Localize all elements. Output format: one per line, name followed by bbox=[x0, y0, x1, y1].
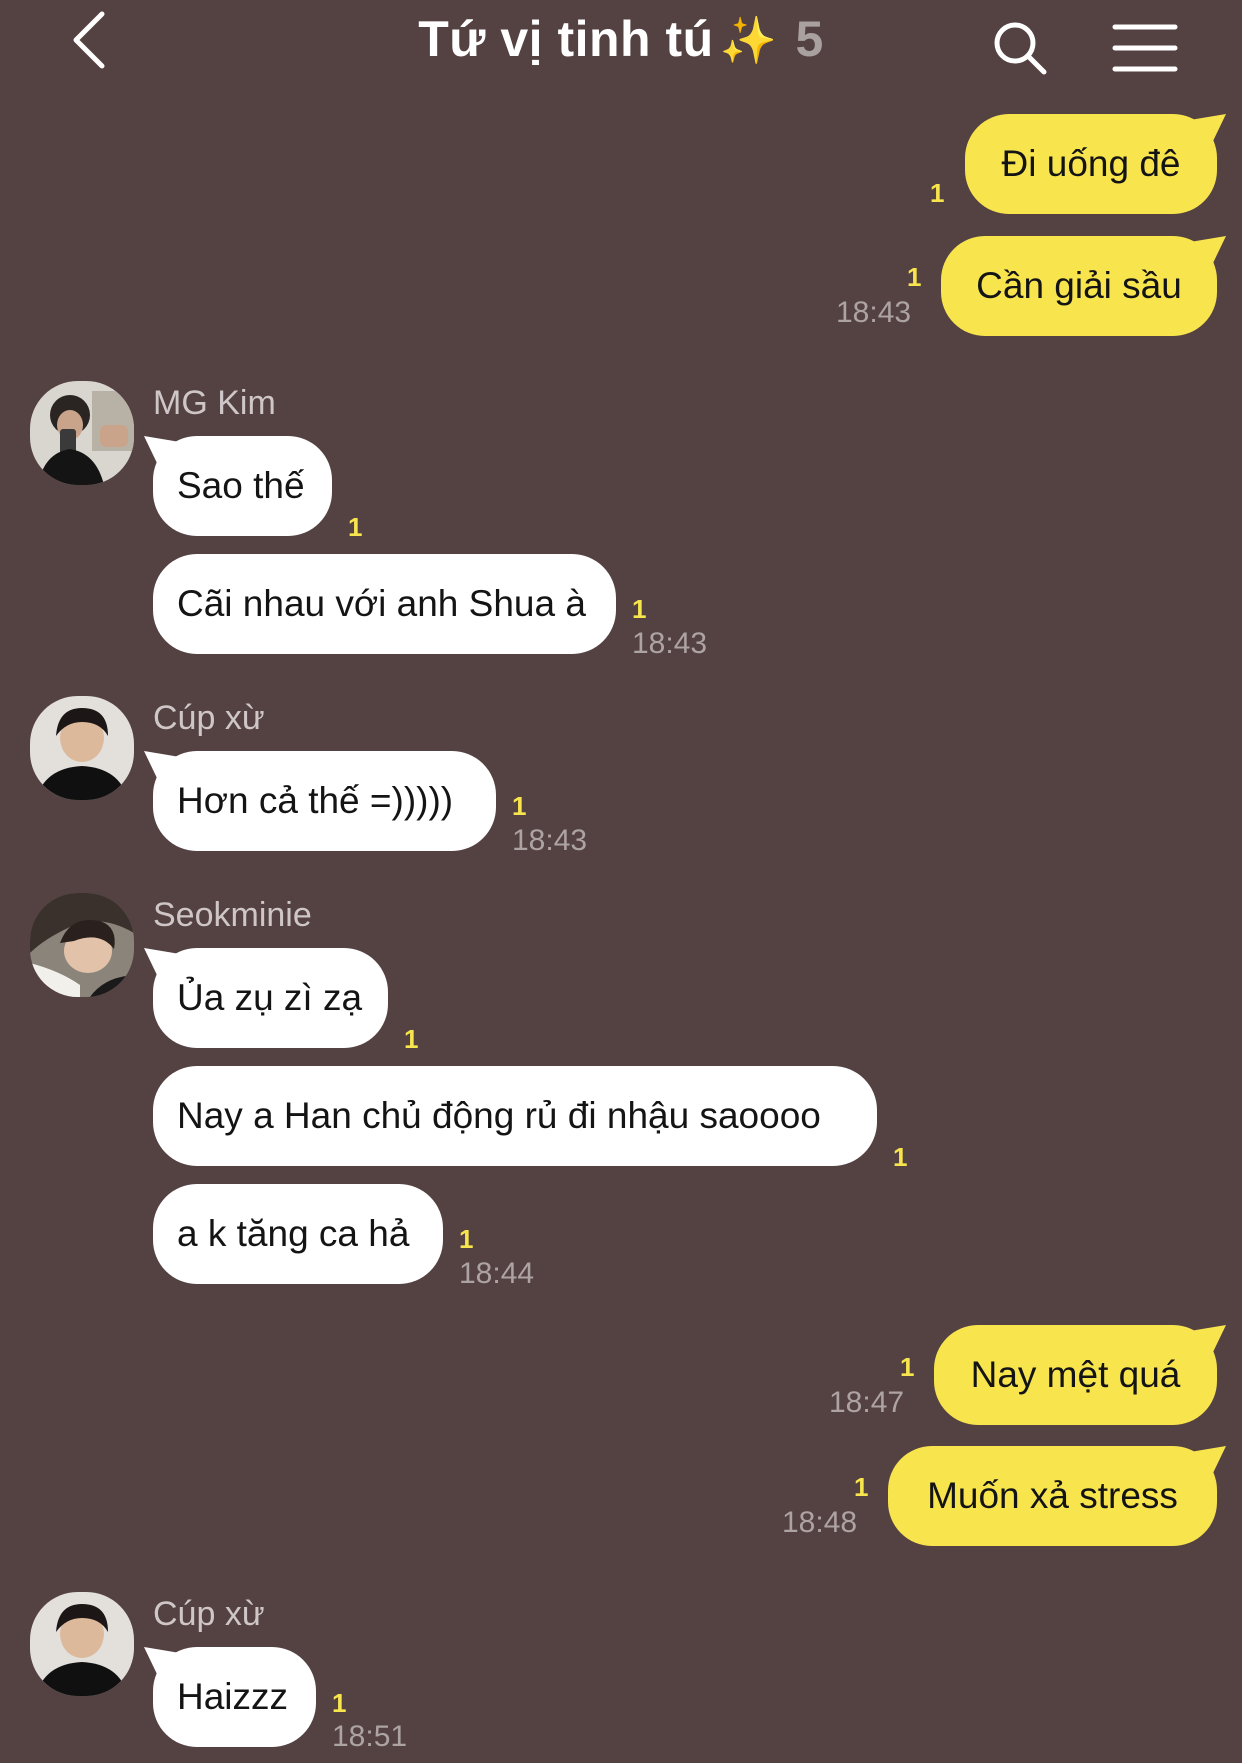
avatar-photo bbox=[30, 696, 134, 800]
chat-title: Tứ vị tinh tú ✨ 5 bbox=[0, 10, 1242, 68]
menu-icon bbox=[1112, 24, 1178, 72]
unread-count: 1 bbox=[512, 791, 527, 821]
message-time: 18:44 bbox=[459, 1257, 535, 1290]
message-time: 18:43 bbox=[512, 824, 588, 857]
message-time: 18:43 bbox=[632, 627, 708, 660]
unread-count: 1 bbox=[632, 594, 647, 624]
outgoing-message-bubble[interactable]: Nay mệt quá bbox=[934, 1325, 1217, 1425]
message-text: Cần giải sầu bbox=[976, 265, 1182, 306]
unread-count: 1 bbox=[930, 178, 945, 208]
outgoing-message-bubble[interactable]: Muốn xả stress bbox=[888, 1446, 1217, 1546]
unread-count: 1 bbox=[332, 1688, 347, 1718]
message-text: Đi uống đê bbox=[1001, 143, 1181, 184]
outgoing-message-bubble[interactable]: Cần giải sầu bbox=[941, 236, 1217, 336]
sender-name: Cúp xừ bbox=[153, 1595, 265, 1633]
unread-count: 1 bbox=[459, 1224, 474, 1254]
chat-header: Tứ vị tinh tú ✨ 5 bbox=[0, 0, 1242, 90]
sender-name: Cúp xừ bbox=[153, 699, 265, 737]
message-time: 18:43 bbox=[836, 296, 912, 329]
menu-button[interactable] bbox=[1112, 22, 1178, 74]
message-text: Haizzz bbox=[177, 1676, 289, 1717]
message-time: 18:47 bbox=[829, 1386, 905, 1419]
avatar-photo bbox=[30, 381, 134, 485]
incoming-message-bubble[interactable]: Haizzz bbox=[153, 1647, 316, 1747]
message-text: a k tăng ca hả bbox=[177, 1213, 410, 1254]
avatar[interactable] bbox=[30, 696, 134, 800]
sender-name: Seokminie bbox=[153, 896, 312, 934]
incoming-message-bubble[interactable]: Cãi nhau với anh Shua à bbox=[153, 554, 616, 654]
sparkles-emoji: ✨ bbox=[719, 14, 778, 66]
message-text: Hơn cả thế =))))) bbox=[177, 780, 454, 821]
unread-count: 1 bbox=[348, 512, 363, 542]
message-text: Ủa zụ zì zạ bbox=[177, 977, 363, 1018]
message-text: Nay a Han chủ động rủ đi nhậu saoooo bbox=[177, 1095, 821, 1136]
incoming-message-bubble[interactable]: a k tăng ca hả bbox=[153, 1184, 443, 1284]
chat-title-text: Tứ vị tinh tú bbox=[418, 11, 714, 67]
unread-count: 1 bbox=[404, 1024, 419, 1054]
incoming-message-bubble[interactable]: Ủa zụ zì zạ bbox=[153, 948, 388, 1048]
avatar[interactable] bbox=[30, 893, 134, 997]
message-text: Cãi nhau với anh Shua à bbox=[177, 583, 586, 624]
member-count: 5 bbox=[795, 11, 824, 67]
search-button[interactable] bbox=[990, 18, 1052, 80]
message-text: Nay mệt quá bbox=[970, 1354, 1181, 1395]
incoming-message-bubble[interactable]: Nay a Han chủ động rủ đi nhậu saoooo bbox=[153, 1066, 877, 1166]
message-text: Muốn xả stress bbox=[927, 1475, 1178, 1516]
unread-count: 1 bbox=[893, 1142, 908, 1172]
avatar[interactable] bbox=[30, 381, 134, 485]
unread-count: 1 bbox=[907, 262, 922, 292]
outgoing-message-bubble[interactable]: Đi uống đê bbox=[965, 114, 1217, 214]
avatar-photo bbox=[30, 893, 134, 997]
unread-count: 1 bbox=[854, 1472, 869, 1502]
message-time: 18:48 bbox=[782, 1506, 858, 1539]
search-icon bbox=[994, 22, 1047, 75]
unread-count: 1 bbox=[900, 1352, 915, 1382]
incoming-message-bubble[interactable]: Sao thế bbox=[153, 436, 332, 536]
sender-name: MG Kim bbox=[153, 384, 276, 422]
incoming-message-bubble[interactable]: Hơn cả thế =))))) bbox=[153, 751, 496, 851]
message-text: Sao thế bbox=[177, 465, 305, 506]
avatar[interactable] bbox=[30, 1592, 134, 1696]
avatar-photo bbox=[30, 1592, 134, 1696]
message-time: 18:51 bbox=[332, 1720, 408, 1753]
